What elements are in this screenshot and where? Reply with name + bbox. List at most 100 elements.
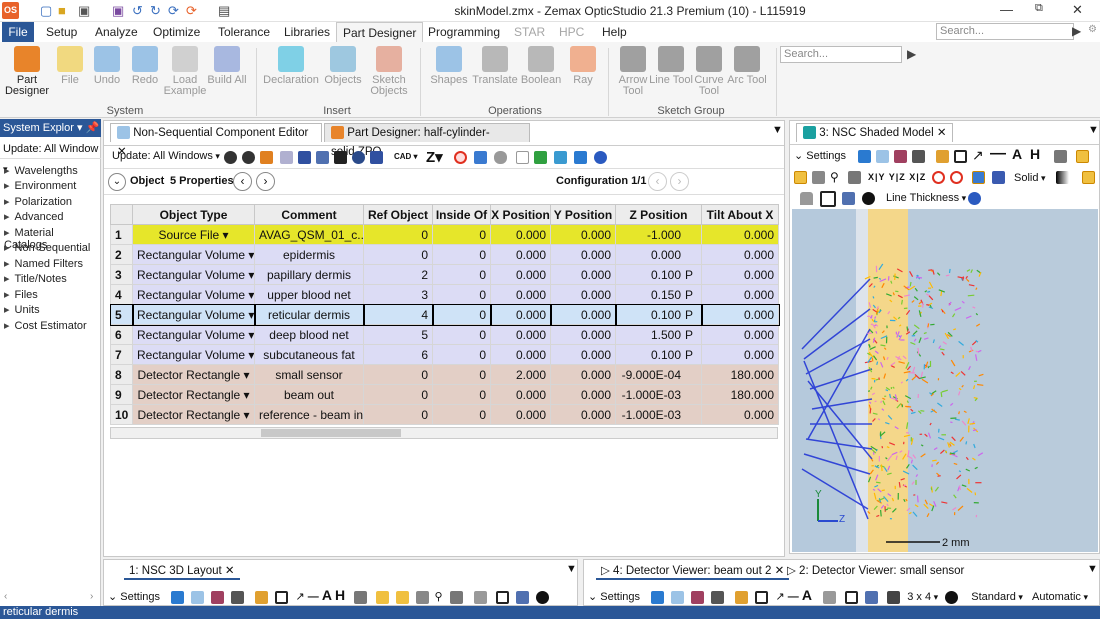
- row-number[interactable]: 4: [110, 284, 133, 305]
- inside-of-cell[interactable]: 0: [432, 344, 491, 365]
- cad-dropdown[interactable]: CAD ▾: [394, 152, 418, 161]
- row-number[interactable]: 8: [110, 364, 133, 385]
- print-icon[interactable]: [231, 590, 245, 604]
- table-row[interactable]: 10 Detector Rectangle ▾ reference - beam i…: [110, 404, 779, 425]
- comment-cell[interactable]: deep blood net: [254, 324, 364, 345]
- chevron-down-icon[interactable]: ▾: [240, 368, 250, 382]
- arc-tool-button[interactable]: Arc Tool: [724, 44, 770, 86]
- tilt-x-cell[interactable]: 0.000: [701, 284, 779, 305]
- help-icon[interactable]: [594, 151, 607, 164]
- tab-tolerance[interactable]: Tolerance: [212, 22, 276, 42]
- ref-object-cell[interactable]: 0: [363, 364, 433, 385]
- table-row[interactable]: 6 Rectangular Volume ▾ deep blood net 5 0 0.0…: [110, 324, 779, 345]
- save-icon[interactable]: [894, 150, 907, 163]
- rectangle-icon[interactable]: [755, 590, 769, 604]
- comment-cell[interactable]: AVAG_QSM_01_c...: [254, 224, 364, 245]
- ref-object-cell[interactable]: 2: [363, 264, 433, 285]
- inside-of-cell[interactable]: 0: [432, 224, 491, 245]
- ref-object-cell[interactable]: 0: [363, 224, 433, 245]
- scroll-left-icon[interactable]: ‹: [4, 591, 7, 602]
- explorer-item-advanced[interactable]: Advanced: [4, 210, 64, 223]
- ref-object-cell[interactable]: 3: [363, 284, 433, 305]
- window-icon[interactable]: [842, 192, 855, 205]
- stop-icon[interactable]: [950, 171, 963, 184]
- refresh-icon[interactable]: [651, 590, 665, 604]
- settings-button[interactable]: ⌄ Settings: [108, 591, 160, 603]
- wizard-icon[interactable]: [260, 151, 273, 164]
- render-mode-dropdown[interactable]: Solid: [1014, 172, 1046, 184]
- panel-menu-icon[interactable]: ▼: [1088, 124, 1099, 136]
- row-number[interactable]: 5: [109, 303, 134, 326]
- update-all-icon[interactable]: ⟳: [186, 3, 197, 19]
- transparent-icon[interactable]: [992, 171, 1005, 184]
- z-position-cell[interactable]: -1.000: [615, 224, 702, 245]
- group-icon[interactable]: [352, 151, 365, 164]
- tab-programming[interactable]: Programming: [422, 22, 506, 42]
- undo-icon[interactable]: ↺: [132, 3, 143, 19]
- wand-icon[interactable]: [1082, 171, 1095, 184]
- tab-shaded-model[interactable]: 3: NSC Shaded Model ✕: [796, 123, 954, 142]
- search-input[interactable]: Search...: [936, 23, 1074, 40]
- comment-cell[interactable]: upper blood net: [254, 284, 364, 305]
- ref-object-cell[interactable]: 5: [363, 324, 433, 345]
- next-object-icon[interactable]: ›: [256, 172, 275, 191]
- rotate-icon[interactable]: [354, 590, 368, 604]
- search-go-icon[interactable]: ▶: [1072, 24, 1081, 38]
- z-position-cell[interactable]: 0.150 P: [615, 284, 702, 305]
- y-position-cell[interactable]: 0.000: [550, 384, 616, 405]
- save-icon[interactable]: ▣: [78, 3, 90, 19]
- x-position-cell[interactable]: 0.000: [490, 324, 551, 345]
- z-position-cell[interactable]: 0.100 P: [615, 264, 702, 285]
- col-z-position[interactable]: Z Position: [615, 204, 702, 225]
- refresh-icon[interactable]: [171, 590, 185, 604]
- object-type-cell[interactable]: Detector Rectangle ▾: [132, 364, 255, 385]
- rotate-icon[interactable]: [1054, 150, 1067, 163]
- pickup-flag[interactable]: P: [685, 288, 697, 302]
- arrow-icon[interactable]: ↗: [972, 147, 984, 164]
- copy-icon[interactable]: [876, 150, 889, 163]
- grid-icon[interactable]: [334, 151, 347, 164]
- solid-icon[interactable]: [316, 151, 329, 164]
- system-explorer-title[interactable]: System Explor ▾ 📌: [0, 119, 101, 137]
- power-icon[interactable]: [862, 192, 875, 205]
- reload-icon[interactable]: [242, 151, 255, 164]
- axis-view-buttons[interactable]: X|Y Y|Z X|Z: [868, 172, 926, 182]
- ref-object-cell[interactable]: 4: [362, 303, 434, 326]
- table-row[interactable]: 2 Rectangular Volume ▾ epidermis 0 0 0.000 0.0…: [110, 244, 779, 265]
- ref-object-cell[interactable]: 0: [363, 384, 433, 405]
- col-y-position[interactable]: Y Position: [550, 204, 616, 225]
- explorer-item-wavelengths[interactable]: Wavelengths: [4, 164, 78, 177]
- tab-setup[interactable]: Setup: [40, 22, 83, 42]
- pencil-icon[interactable]: [735, 590, 749, 604]
- explorer-item-named-filters[interactable]: Named Filters: [4, 257, 83, 270]
- col-x-position[interactable]: X Position: [490, 204, 551, 225]
- row-number[interactable]: 7: [110, 344, 133, 365]
- ref-object-cell[interactable]: 0: [363, 244, 433, 265]
- chevron-down-icon[interactable]: ▾: [245, 288, 253, 302]
- minimize-icon[interactable]: —: [1000, 2, 1013, 17]
- build-all-button[interactable]: Build All: [204, 44, 250, 86]
- explorer-item-non-sequential[interactable]: Non-Sequential: [4, 241, 91, 254]
- tilt-x-cell[interactable]: 180.000: [701, 364, 779, 385]
- explorer-item-units[interactable]: Units: [4, 303, 40, 316]
- save-icon[interactable]: [691, 590, 705, 604]
- row-number[interactable]: 10: [110, 404, 133, 425]
- shapes-button[interactable]: Shapes: [426, 44, 472, 86]
- blank-icon[interactable]: [516, 151, 529, 164]
- prev-object-icon[interactable]: ‹: [233, 172, 252, 191]
- rectangle-icon[interactable]: [275, 590, 289, 604]
- tilt-x-cell[interactable]: 0.000: [700, 303, 780, 326]
- table-row[interactable]: 7 Rectangular Volume ▾ subcutaneous fat 6 0 0…: [110, 344, 779, 365]
- row-number[interactable]: 3: [110, 264, 133, 285]
- ignore-icon[interactable]: [454, 151, 467, 164]
- x-position-cell[interactable]: 0.000: [490, 404, 551, 425]
- text-icon[interactable]: A: [322, 587, 332, 603]
- row-number[interactable]: 9: [110, 384, 133, 405]
- text-icon[interactable]: A: [802, 587, 812, 603]
- save-icon[interactable]: [211, 590, 225, 604]
- sort-icon[interactable]: [534, 151, 547, 164]
- next-arrow-icon[interactable]: [574, 151, 587, 164]
- comment-cell[interactable]: epidermis: [254, 244, 364, 265]
- z-position-cell[interactable]: 1.500 P: [615, 324, 702, 345]
- cube-icon[interactable]: [298, 151, 311, 164]
